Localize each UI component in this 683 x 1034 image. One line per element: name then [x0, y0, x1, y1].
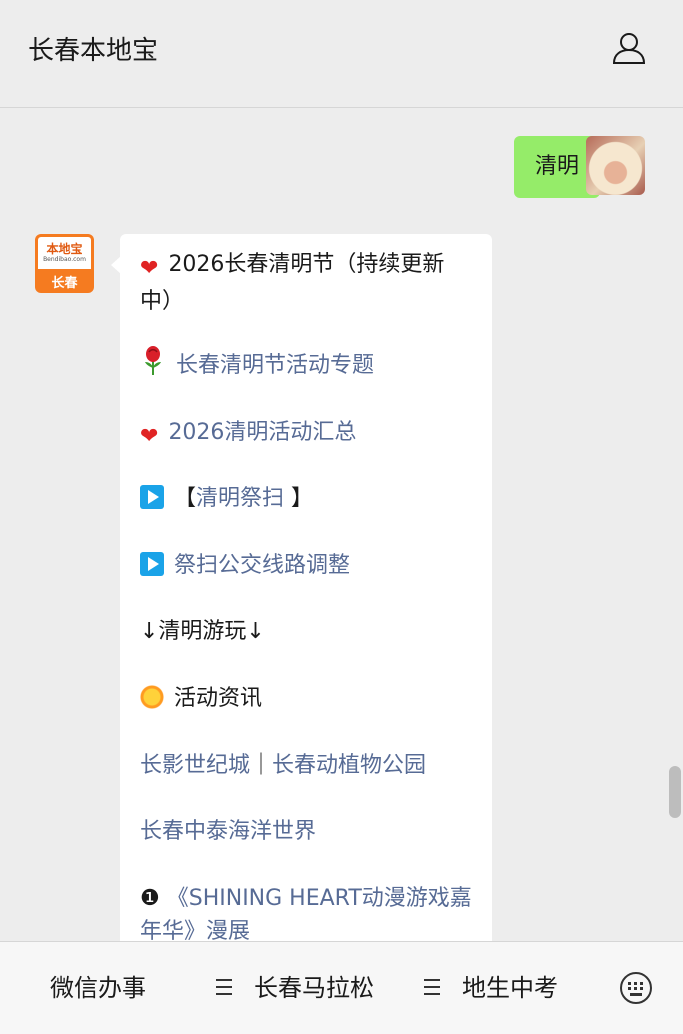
section-activity-info: 活动资讯: [140, 682, 475, 715]
link-zoo-park[interactable]: 长春动植物公园: [272, 753, 426, 778]
bottom-menu-bar: 微信办事 长春马拉松 地生中考: [0, 941, 683, 1034]
user-profile-icon[interactable]: [611, 30, 647, 66]
heart-icon: ❤: [140, 424, 159, 449]
avatar-logo-text: 本地宝: [46, 242, 83, 256]
reply-title: ❤ 2026长春清明节（持续更新中）: [140, 252, 445, 314]
number-one-badge: ❶: [140, 886, 160, 911]
menu-list-icon: [424, 979, 440, 995]
sun-icon: [140, 685, 164, 709]
link-bus-route[interactable]: 祭扫公交线路调整: [140, 549, 475, 582]
link-separator: ｜: [250, 753, 273, 778]
heart-icon: ❤: [140, 256, 159, 281]
menu-high-school-exam[interactable]: 地生中考: [462, 942, 558, 1034]
avatar-logo-sub: Bendibao.com: [43, 256, 86, 263]
rose-icon: [140, 346, 166, 376]
play-icon: [140, 485, 164, 509]
menu-list-icon: [216, 979, 232, 995]
link-tomb-sweeping[interactable]: 【清明祭扫 】: [140, 482, 475, 515]
section-travel-heading: ↓清明游玩↓: [140, 619, 265, 644]
chat-area[interactable]: 清明 本地宝 Bendibao.com 长春 ❤ 2026长春清明节（持续更新中）…: [0, 108, 683, 941]
bot-avatar[interactable]: 本地宝 Bendibao.com 长春: [35, 234, 94, 293]
link-comic-expo[interactable]: ❶ 《SHINING HEART动漫游戏嘉年华》漫展: [140, 882, 475, 941]
link-activity-topic[interactable]: 长春清明节活动专题: [140, 346, 475, 382]
menu-wechat-services[interactable]: 微信办事: [50, 942, 146, 1034]
play-icon: [140, 552, 164, 576]
chat-scrollbar-thumb[interactable]: [669, 766, 681, 818]
chat-header: 长春本地宝: [0, 0, 683, 108]
bot-message-bubble: ❤ 2026长春清明节（持续更新中） 长春清明节活动专题 ❤ 2026清明活动汇总 …: [111, 234, 492, 941]
chat-title: 长春本地宝: [28, 36, 159, 66]
keyboard-icon[interactable]: [620, 972, 652, 1004]
user-avatar[interactable]: [586, 136, 645, 195]
menu-marathon[interactable]: 长春马拉松: [254, 942, 374, 1034]
link-row-parks: 长影世纪城｜长春动植物公园: [140, 749, 475, 782]
avatar-city: 长春: [51, 276, 78, 291]
link-film-city[interactable]: 长影世纪城: [140, 753, 250, 778]
link-activity-summary[interactable]: ❤ 2026清明活动汇总: [140, 416, 475, 453]
link-ocean-world[interactable]: 长春中泰海洋世界: [140, 815, 475, 848]
